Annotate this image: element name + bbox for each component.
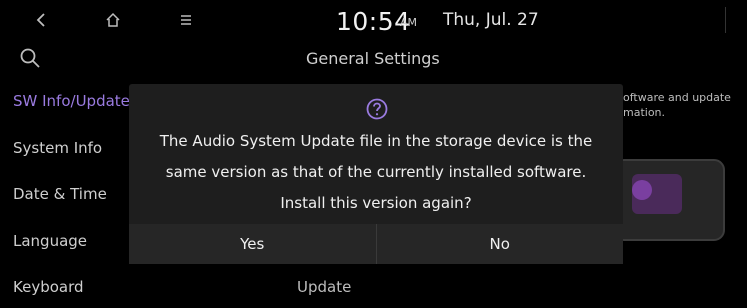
dialog-message-line: Install this version again?: [280, 194, 472, 212]
yes-button[interactable]: Yes: [129, 224, 377, 264]
info-text: oftware and update mation.: [623, 90, 747, 120]
back-button[interactable]: [21, 6, 61, 34]
search-icon: [20, 48, 40, 68]
home-icon: [106, 12, 120, 27]
dialog-message-line: same version as that of the currently in…: [165, 163, 587, 181]
menu-icon: [181, 15, 191, 25]
dialog-message-line: The Audio System Update file in the stor…: [159, 132, 593, 150]
sidebar-item-keyboard[interactable]: Keyboard: [13, 278, 84, 296]
page-title: General Settings: [306, 49, 440, 68]
info-line: mation.: [623, 106, 666, 119]
clock-ampm: AM: [400, 16, 418, 29]
dialog-buttons: Yes No: [129, 224, 623, 264]
sidebar-item-language[interactable]: Language: [13, 232, 87, 250]
sidebar-item-system-info[interactable]: System Info: [13, 139, 102, 157]
status-date: Thu, Jul. 27: [443, 10, 539, 30]
top-bar: 10:54 AM Thu, Jul. 27: [0, 0, 747, 40]
update-label[interactable]: Update: [297, 278, 351, 296]
question-icon: [366, 98, 388, 120]
menu-button[interactable]: [166, 6, 206, 34]
info-line: oftware and update: [623, 91, 731, 104]
sidebar-item-date-time[interactable]: Date & Time: [13, 185, 107, 203]
no-button[interactable]: No: [376, 224, 623, 264]
chevron-left-icon: [36, 13, 45, 27]
dialog-message: The Audio System Update file in the stor…: [129, 126, 623, 219]
sidebar-item-sw-info-update[interactable]: SW Info/Update: [13, 92, 130, 110]
search-button[interactable]: [18, 46, 42, 74]
confirm-dialog: The Audio System Update file in the stor…: [129, 84, 623, 264]
top-right-corner: [725, 7, 747, 33]
home-button[interactable]: [93, 6, 133, 34]
